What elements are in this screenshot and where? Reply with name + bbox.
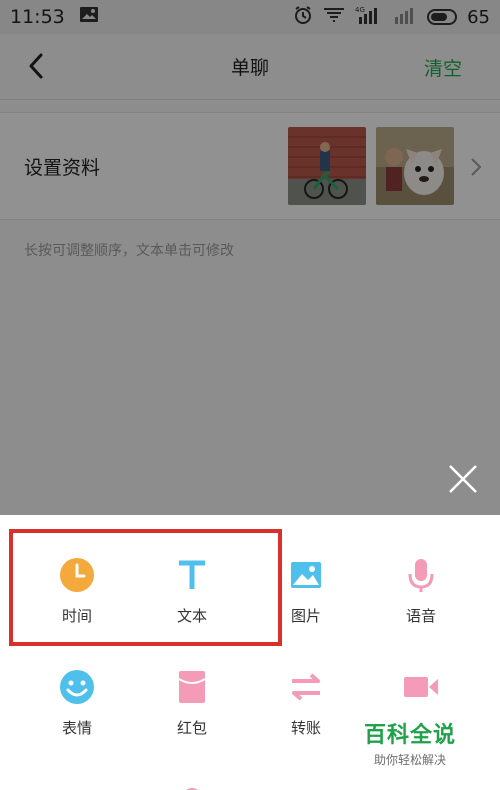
image-icon: [286, 555, 326, 595]
grid-item-voice[interactable]: 语音: [371, 555, 471, 626]
microphone-icon: [401, 555, 441, 595]
grid-item-label: 语音: [405, 607, 436, 625]
grid-item-video[interactable]: [371, 667, 471, 707]
red-packet-icon: [172, 667, 212, 707]
dim-overlay[interactable]: [0, 0, 500, 515]
grid-item-label: 表情: [61, 719, 92, 737]
grid-item-emoji[interactable]: 表情: [27, 667, 127, 738]
grid-item-label: 转账: [290, 719, 321, 737]
emoji-icon: [57, 667, 97, 707]
watermark-subtitle: 助你轻松解决: [373, 753, 446, 767]
message-type-panel: 时间 文本 图片 语音 表情 红包 转账 百科全说 助你轻松解决: [0, 515, 500, 790]
watermark: 百科全说 助你轻松解决: [364, 717, 456, 768]
watermark-title: 百科全说: [363, 723, 456, 748]
transfer-icon: [286, 667, 326, 707]
grid-item-label: 红包: [176, 719, 207, 737]
highlight-box: [9, 529, 282, 646]
video-icon: [401, 667, 441, 707]
grid-item-red-packet[interactable]: 红包: [142, 667, 242, 738]
close-icon: [449, 465, 477, 493]
close-button[interactable]: [446, 462, 480, 496]
grid-item-transfer[interactable]: 转账: [256, 667, 356, 738]
grid-item-partial[interactable]: [142, 777, 242, 790]
pink-partial-icon: [172, 777, 212, 790]
